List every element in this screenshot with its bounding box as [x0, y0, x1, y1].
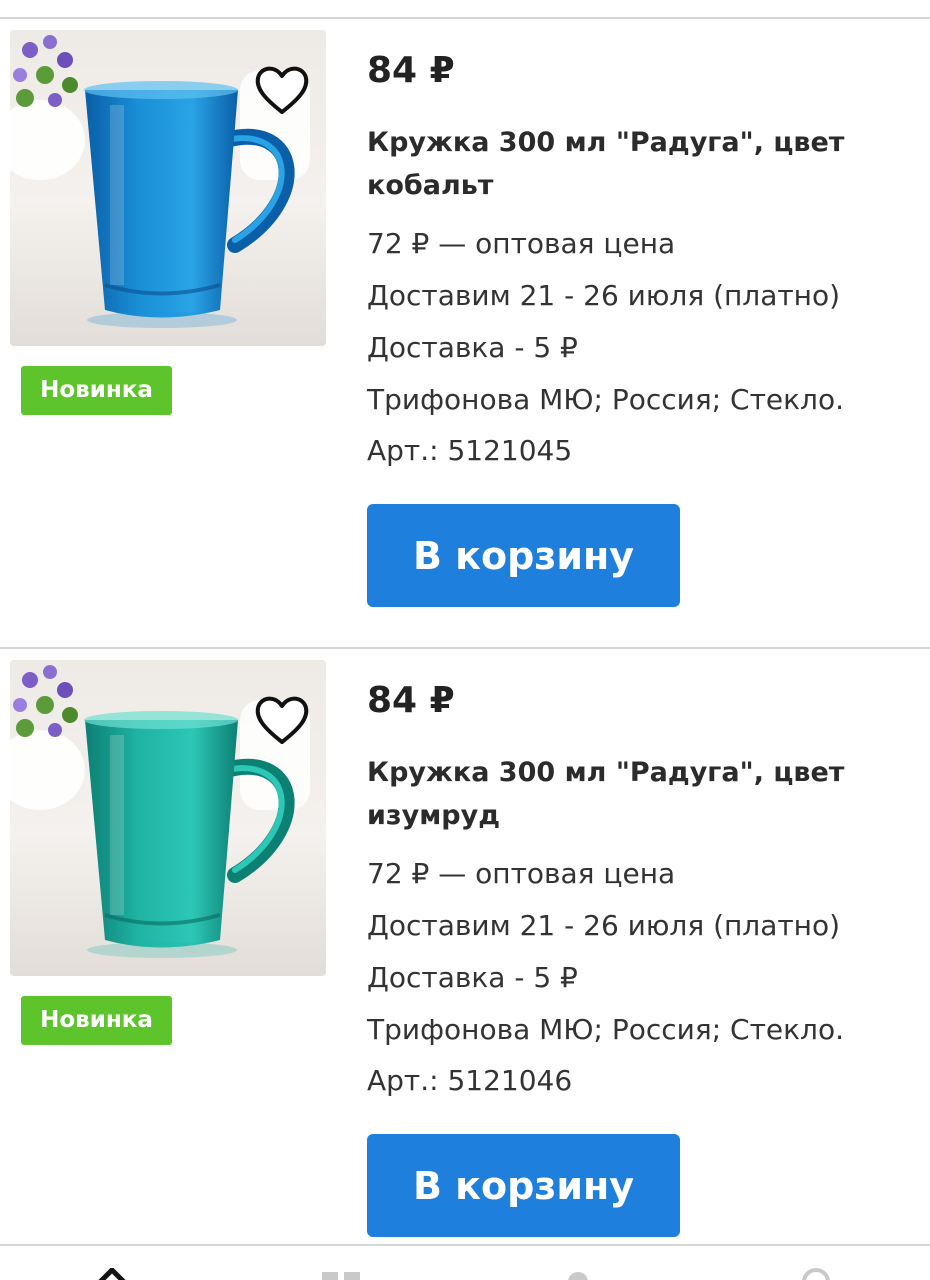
- delivery-date: Доставим 21 - 26 июля (платно): [367, 279, 841, 312]
- heart-outline-icon[interactable]: [250, 58, 314, 122]
- product-attributes: Трифонова МЮ; Россия; Стекло.: [367, 1013, 844, 1046]
- new-badge: Новинка: [21, 996, 172, 1045]
- product-price: 84 ₽: [367, 680, 455, 721]
- product-title[interactable]: Кружка 300 мл "Радуга", цвет изумруд: [367, 751, 907, 837]
- product-attributes: Трифонова МЮ; Россия; Стекло.: [367, 383, 844, 416]
- product-card: Новинка 84 ₽ Кружка 300 мл "Радуга", цве…: [0, 18, 930, 646]
- delivery-cost: Доставка - 5 ₽: [367, 961, 578, 994]
- product-image[interactable]: [10, 660, 326, 976]
- wholesale-price: 72 ₽ — оптовая цена: [367, 857, 676, 890]
- product-price: 84 ₽: [367, 50, 455, 91]
- cart-icon[interactable]: [562, 1268, 594, 1280]
- new-badge: Новинка: [21, 366, 172, 415]
- product-card: Новинка 84 ₽ Кружка 300 мл "Радуга", цве…: [0, 648, 930, 1276]
- wholesale-price: 72 ₽ — оптовая цена: [367, 227, 676, 260]
- delivery-date: Доставим 21 - 26 июля (платно): [367, 909, 841, 942]
- product-article: Арт.: 5121046: [367, 1064, 573, 1097]
- bottom-navigation: [0, 1246, 930, 1280]
- delivery-cost: Доставка - 5 ₽: [367, 331, 578, 364]
- profile-icon[interactable]: [798, 1268, 834, 1280]
- product-article: Арт.: 5121045: [367, 434, 573, 467]
- add-to-cart-button[interactable]: В корзину: [367, 504, 680, 607]
- catalog-icon[interactable]: [318, 1268, 366, 1280]
- add-to-cart-button[interactable]: В корзину: [367, 1134, 680, 1237]
- home-icon[interactable]: [96, 1268, 128, 1280]
- product-title[interactable]: Кружка 300 мл "Радуга", цвет кобальт: [367, 121, 907, 207]
- heart-outline-icon[interactable]: [250, 688, 314, 752]
- product-image[interactable]: [10, 30, 326, 346]
